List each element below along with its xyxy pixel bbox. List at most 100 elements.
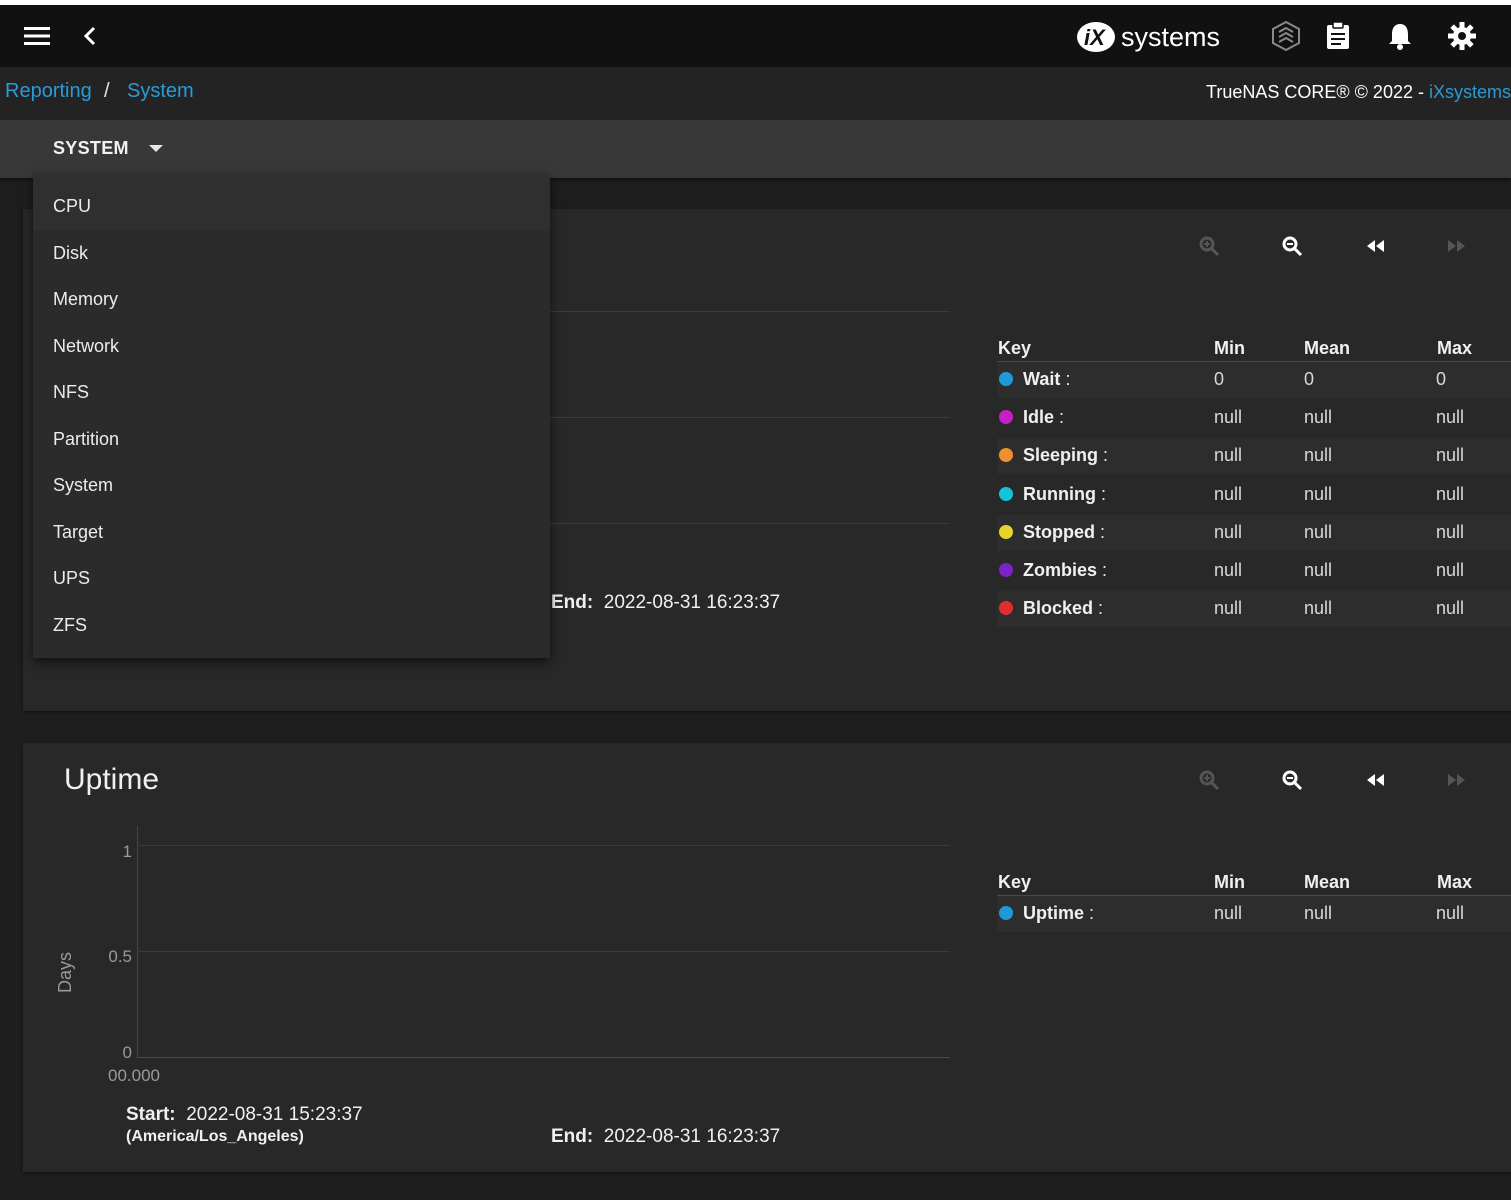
series-mean: null: [1304, 903, 1333, 923]
series-color-dot: [999, 410, 1013, 425]
fast-forward-icon[interactable]: [1439, 762, 1475, 798]
back-icon[interactable]: [70, 16, 110, 56]
rewind-icon[interactable]: [1357, 762, 1393, 798]
series-name: Wait :: [1023, 369, 1071, 389]
menu-item-nfs[interactable]: NFS: [53, 382, 89, 403]
timezone: (America/Los_Angeles): [126, 1128, 304, 1145]
truecommand-icon[interactable]: [1266, 16, 1306, 56]
brand-suffix: systems: [1121, 21, 1221, 52]
breadcrumb-system[interactable]: System: [127, 80, 194, 103]
legend-header-min: Min: [1214, 338, 1245, 358]
top-bar: iX systems: [0, 5, 1511, 67]
series-color-dot: [999, 486, 1013, 501]
menu-item-network[interactable]: Network: [53, 336, 119, 357]
series-max: null: [1436, 521, 1465, 542]
series-mean: null: [1304, 560, 1333, 580]
menu-item-zfs[interactable]: ZFS: [53, 615, 87, 636]
menu-item-highlight: [33, 174, 550, 230]
gear-icon[interactable]: [1442, 16, 1482, 56]
series-max: null: [1436, 903, 1465, 923]
y-axis-label: Days: [55, 951, 75, 993]
series-name: Blocked :: [1023, 598, 1104, 619]
zoom-in-icon[interactable]: [1191, 762, 1227, 798]
y-axis: [137, 826, 138, 1058]
legend-row: Zombies : null null null: [997, 553, 1511, 589]
series-color-dot: [999, 448, 1013, 463]
menu-item-disk[interactable]: Disk: [53, 243, 88, 264]
series-max: 0: [1436, 369, 1447, 389]
breadcrumb-separator: /: [104, 80, 110, 102]
series-mean: null: [1304, 521, 1333, 542]
series-color-dot: [999, 601, 1013, 616]
uptime-end: End: 2022-08-31 16:23:37: [551, 1126, 780, 1148]
series-max: null: [1436, 483, 1465, 504]
legend-row: Running : null null null: [997, 477, 1511, 513]
chevron-down-icon[interactable]: [149, 145, 163, 152]
series-mean: null: [1304, 598, 1333, 619]
end-value: 2022-08-31 16:23:37: [603, 1126, 781, 1147]
series-mean: null: [1304, 445, 1333, 466]
series-mean: 0: [1304, 369, 1315, 389]
legend-row: Sleeping : null null null: [997, 438, 1511, 475]
report-toolbar: [0, 120, 1511, 178]
start-value: 2022-08-31 15:23:37: [186, 1104, 363, 1125]
copyright-text: TrueNAS CORE® © 2022 -: [1206, 82, 1429, 102]
grid-line: [137, 951, 950, 952]
ixsystems-logo: iX systems: [1075, 19, 1220, 55]
legend-header-max: Max: [1437, 338, 1473, 358]
clipboard-icon[interactable]: [1318, 16, 1358, 56]
card-title: Uptime: [64, 763, 160, 796]
breadcrumb-reporting[interactable]: Reporting: [5, 80, 92, 103]
series-mean: null: [1304, 407, 1333, 428]
menu-item-system[interactable]: System: [53, 475, 113, 496]
legend-header-key: Key: [998, 338, 1032, 358]
uptime-start: Start: 2022-08-31 15:23:37: [126, 1104, 363, 1126]
menu-item-ups[interactable]: UPS: [53, 568, 90, 589]
legend-header-min: Min: [1214, 872, 1245, 892]
end-label: End:: [551, 592, 594, 613]
series-color-dot: [999, 563, 1013, 577]
zoom-out-icon[interactable]: [1274, 228, 1310, 264]
ixsystems-link[interactable]: iXsystems: [1429, 82, 1511, 102]
grid-line: [137, 845, 950, 846]
processes-end: End: 2022-08-31 16:23:37: [551, 592, 780, 614]
menu-item-target[interactable]: Target: [53, 522, 103, 543]
rewind-icon[interactable]: [1357, 228, 1393, 264]
fast-forward-icon[interactable]: [1439, 228, 1475, 264]
legend-row: Blocked : null null null: [997, 591, 1511, 628]
series-min: 0: [1214, 369, 1225, 389]
menu-icon[interactable]: [17, 16, 57, 56]
series-name: Idle :: [1023, 407, 1065, 428]
copyright-notice: TrueNAS CORE® © 2022 - iXsystems: [1206, 82, 1511, 103]
report-type-select[interactable]: SYSTEM: [53, 138, 129, 159]
series-max: null: [1436, 598, 1465, 619]
legend-row: Uptime : null null null: [997, 896, 1511, 932]
end-value: 2022-08-31 16:23:37: [603, 592, 781, 613]
series-max: null: [1436, 445, 1465, 466]
legend-row: Stopped : null null null: [997, 514, 1511, 551]
brand-prefix: iX: [1084, 25, 1106, 50]
series-name: Running :: [1023, 483, 1106, 504]
bell-icon[interactable]: [1380, 16, 1420, 56]
series-max: null: [1436, 407, 1465, 428]
series-min: null: [1214, 560, 1243, 580]
series-color-dot: [999, 372, 1013, 386]
series-color-dot: [999, 906, 1013, 920]
menu-item-cpu[interactable]: CPU: [53, 196, 91, 217]
series-name: Sleeping :: [1023, 445, 1109, 466]
ix-logo-mark-icon: iX: [1077, 22, 1115, 52]
y-tick: 1: [122, 842, 132, 861]
legend-header-max: Max: [1437, 872, 1473, 892]
menu-item-memory[interactable]: Memory: [53, 289, 118, 310]
x-axis: [137, 1057, 950, 1058]
legend-header-mean: Mean: [1304, 872, 1351, 892]
series-min: null: [1214, 598, 1243, 619]
end-label: End:: [551, 1126, 594, 1147]
start-label: Start:: [126, 1104, 176, 1125]
y-tick: 0: [122, 1043, 132, 1062]
zoom-in-icon[interactable]: [1191, 228, 1227, 264]
menu-item-partition[interactable]: Partition: [53, 429, 119, 450]
series-min: null: [1214, 483, 1243, 504]
series-max: null: [1436, 560, 1465, 580]
zoom-out-icon[interactable]: [1274, 762, 1310, 798]
